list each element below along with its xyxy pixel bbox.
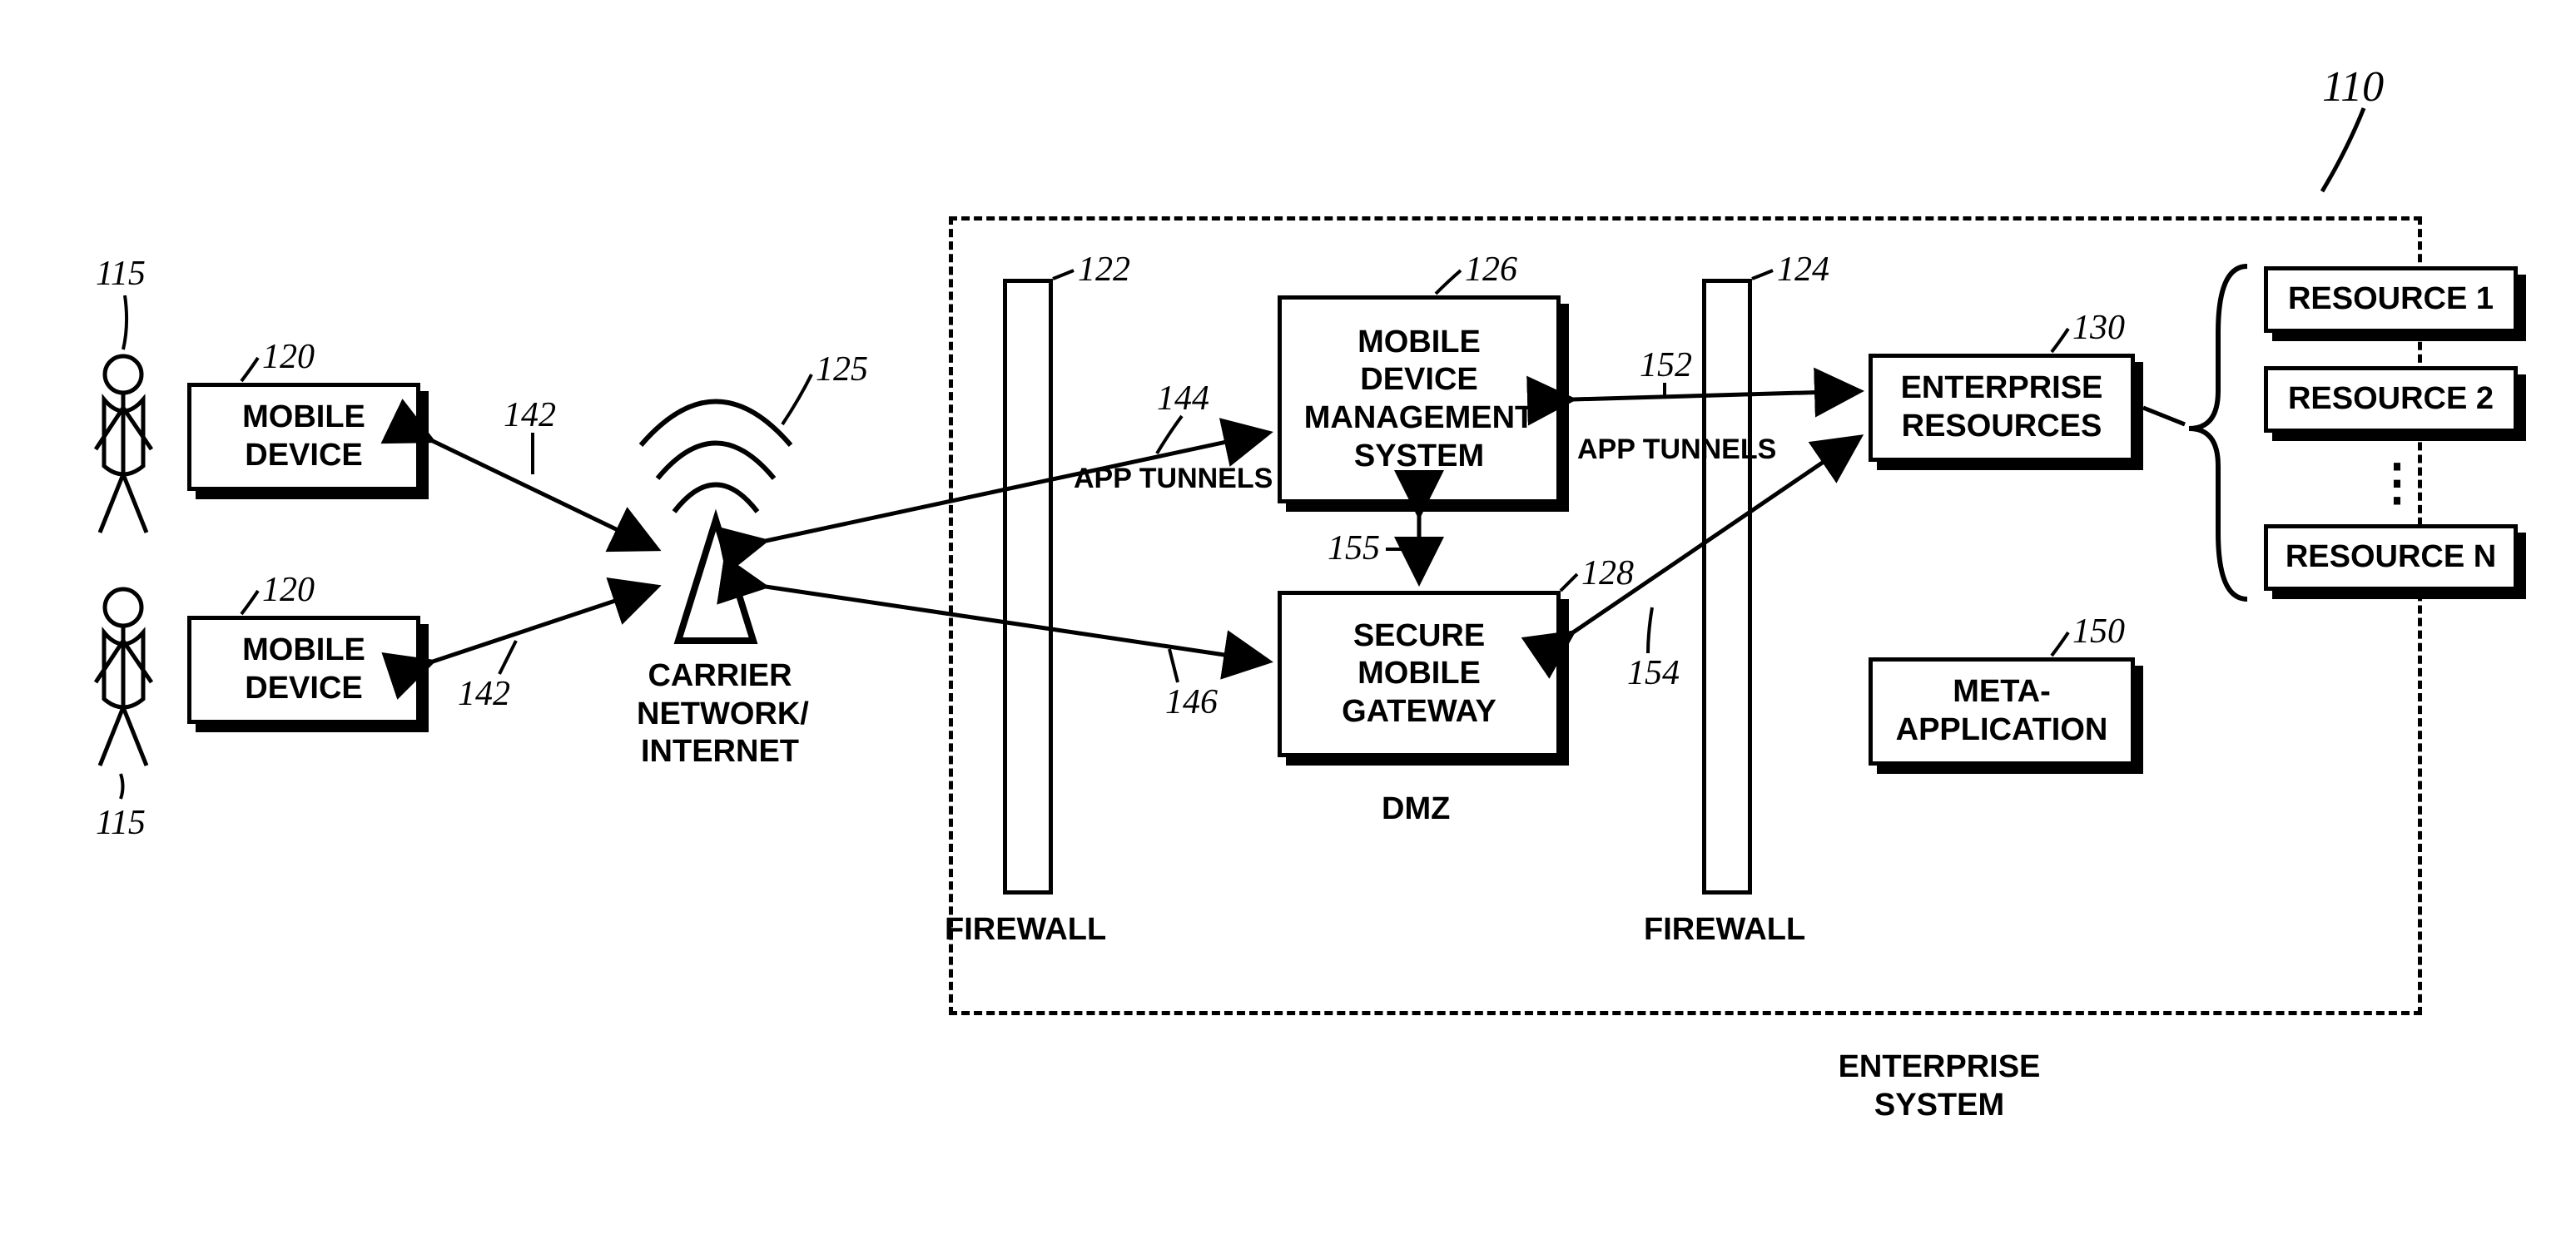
firewall-right-label: FIREWALL: [1644, 911, 1805, 949]
firewall-left-ref: 122: [1078, 250, 1130, 290]
enterprise-resources-box: ENTERPRISE RESOURCES: [1869, 354, 2135, 462]
resource-dots: ⋮: [2372, 453, 2425, 512]
firewall-left-label: FIREWALL: [945, 911, 1106, 949]
smg-box: SECURE MOBILE GATEWAY: [1278, 591, 1561, 757]
resource-n: RESOURCE N: [2264, 524, 2518, 591]
mobile-device-1-ref: 120: [262, 337, 315, 377]
app-tunnels-1: APP TUNNELS: [1074, 462, 1273, 496]
enterprise-border: [949, 216, 2422, 1015]
app-tunnels-2: APP TUNNELS: [1577, 433, 1776, 467]
resource-2: RESOURCE 2: [2264, 366, 2518, 433]
ref-144: 144: [1157, 379, 1209, 419]
meta-app-ref: 150: [2072, 612, 2125, 652]
firewall-left: [1003, 279, 1053, 895]
mdm-ref: 126: [1465, 250, 1517, 290]
mobile-device-1: MOBILE DEVICE: [187, 383, 420, 491]
figure-ref: 110: [2322, 62, 2384, 112]
carrier-label: CARRIER NETWORK/ INTERNET: [637, 657, 803, 771]
ref-154: 154: [1627, 653, 1680, 693]
mdm-box: MOBILE DEVICE MANAGEMENT SYSTEM: [1278, 295, 1561, 503]
user1-ref: 115: [96, 254, 146, 294]
ent-res-ref: 130: [2072, 308, 2125, 348]
ref-142b: 142: [458, 674, 510, 714]
smg-ref: 128: [1581, 553, 1634, 593]
user2-ref: 115: [96, 803, 146, 843]
firewall-right: [1702, 279, 1752, 895]
ref-152: 152: [1640, 345, 1692, 385]
ref-155: 155: [1328, 528, 1380, 568]
ref-142a: 142: [504, 395, 556, 435]
resource-1: RESOURCE 1: [2264, 266, 2518, 333]
mobile-device-2-ref: 120: [262, 570, 315, 610]
enterprise-label: ENTERPRISE SYSTEM: [1814, 1048, 2064, 1124]
ref-146: 146: [1165, 682, 1218, 722]
carrier-ref: 125: [816, 349, 868, 389]
meta-application-box: META- APPLICATION: [1869, 657, 2135, 766]
dmz-label: DMZ: [1382, 791, 1450, 829]
mobile-device-2: MOBILE DEVICE: [187, 616, 420, 724]
firewall-right-ref: 124: [1777, 250, 1829, 290]
